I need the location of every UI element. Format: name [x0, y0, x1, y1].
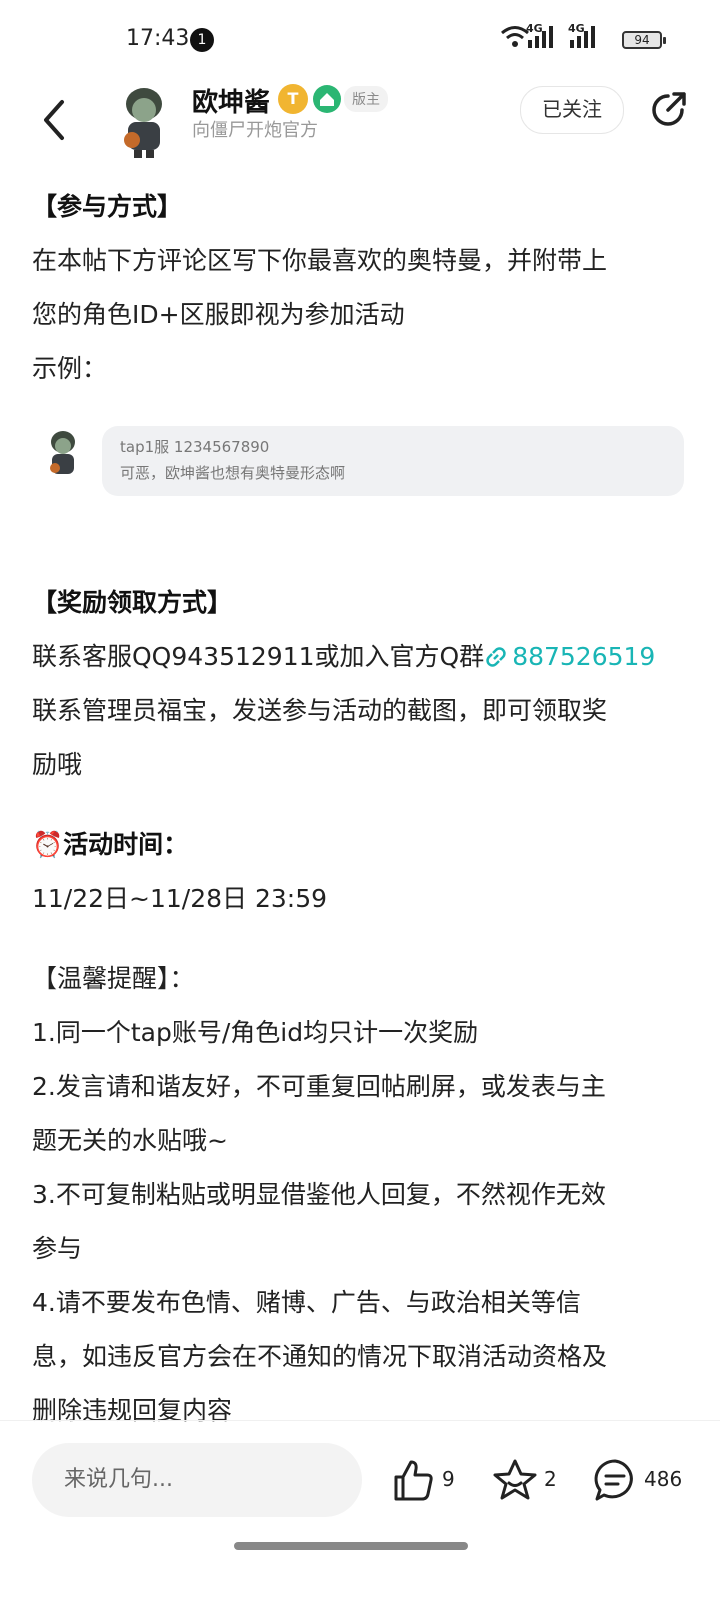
tip-line: 2.发言请和谐友好，不可重复回帖刷屏，或发表与主	[32, 1072, 606, 1101]
example-comment-text: 可恶，欧坤酱也想有奥特曼形态啊	[120, 464, 346, 482]
verified-badge-icon	[313, 85, 341, 113]
like-count: 9	[442, 1467, 455, 1491]
tip-line: 参与	[32, 1234, 83, 1263]
notification-count-badge: 1	[190, 28, 214, 52]
reward-contact-text: 联系客服QQ943512911或加入官方Q群	[32, 642, 485, 671]
comment-button[interactable]: 486	[592, 1457, 682, 1505]
star-icon	[493, 1459, 537, 1500]
comment-input[interactable]: 来说几句...	[32, 1443, 362, 1517]
tip-line: 题无关的水贴哦~	[32, 1126, 228, 1155]
qq-group-link[interactable]: 887526519	[484, 642, 655, 671]
tip-line: 4.请不要发布色情、赌博、广告、与政治相关等信	[32, 1288, 581, 1317]
favorite-button[interactable]: 2	[492, 1457, 557, 1505]
example-avatar	[50, 431, 75, 474]
share-icon[interactable]	[646, 88, 690, 132]
example-comment-bubble: tap1服 1234567890 可恶，欧坤酱也想有奥特曼形态啊	[102, 426, 684, 496]
example-server-id: tap1服 1234567890	[120, 438, 270, 456]
reward-line: 联系管理员福宝，发送参与活动的截图，即可领取奖	[32, 696, 608, 725]
reward-line: 励哦	[32, 750, 83, 779]
activity-time-label: 活动时间：	[63, 830, 189, 859]
tip-line: 息，如违反官方会在不通知的情况下取消活动资格及	[32, 1342, 608, 1371]
alarm-clock-icon: ⏰	[32, 830, 64, 859]
link-icon	[486, 647, 506, 667]
battery-indicator: 94	[622, 31, 666, 49]
bottom-action-bar: 来说几句... 9 2 486	[0, 1420, 720, 1609]
author-name[interactable]: 欧坤酱	[192, 82, 270, 119]
follow-button[interactable]: 已关注	[520, 86, 624, 134]
comment-count: 486	[644, 1467, 683, 1491]
favorite-count: 2	[544, 1467, 557, 1491]
status-bar: 17:43 1 4G 4G 94	[0, 0, 720, 80]
author-avatar[interactable]	[110, 80, 178, 160]
comment-bubble-icon	[594, 1459, 633, 1501]
participation-line: 您的角色ID+区服即视为参加活动	[32, 300, 405, 329]
tip-line: 3.不可复制粘贴或明显借鉴他人回复，不然视作无效	[32, 1180, 606, 1209]
like-button[interactable]: 9	[390, 1457, 455, 1505]
activity-time-range: 11/22日~11/28日 23:59	[32, 884, 328, 913]
participation-heading: 【参与方式】	[32, 192, 183, 221]
status-time: 17:43	[126, 26, 190, 51]
signal-icon-2: 4G	[568, 22, 598, 54]
level-badge: T	[278, 84, 308, 114]
back-arrow-icon[interactable]	[36, 90, 76, 150]
signal-icon-1: 4G	[526, 22, 556, 54]
post-header: 欧坤酱 T 版主 向僵尸开炮官方 已关注	[0, 80, 720, 164]
qq-group-number[interactable]: 887526519	[512, 642, 655, 671]
post-content: 【参与方式】 在本帖下方评论区写下你最喜欢的奥特曼，并附带上 您的角色ID+区服…	[32, 180, 692, 1438]
tips-heading: 【温馨提醒】：	[32, 964, 195, 993]
author-subtitle: 向僵尸开炮官方	[192, 120, 318, 141]
example-comment-image: tap1服 1234567890 可恶，欧坤酱也想有奥特曼形态啊	[32, 416, 692, 576]
tip-line: 1.同一个tap账号/角色id均只计一次奖励	[32, 1018, 479, 1047]
reward-heading: 【奖励领取方式】	[32, 588, 233, 617]
participation-line: 在本帖下方评论区写下你最喜欢的奥特曼，并附带上	[32, 246, 608, 275]
thumbs-up-icon	[394, 1460, 433, 1501]
home-indicator[interactable]	[234, 1542, 468, 1550]
activity-time-heading: ⏰活动时间：	[32, 818, 692, 872]
moderator-badge: 版主	[344, 86, 388, 112]
participation-line: 示例：	[32, 354, 108, 383]
reward-contact-line: 联系客服QQ943512911或加入官方Q群 887526519	[32, 630, 692, 684]
